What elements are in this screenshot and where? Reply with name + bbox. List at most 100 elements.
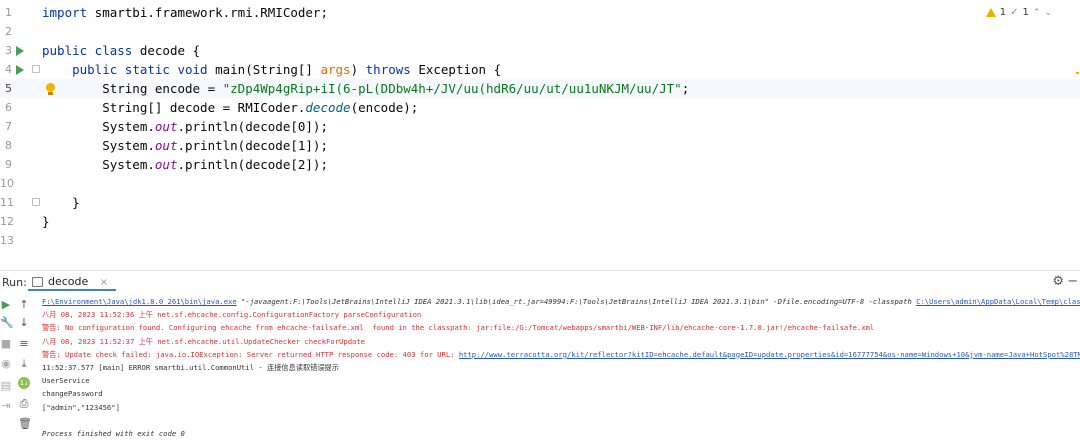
print-icon[interactable]: ⎙ bbox=[18, 397, 30, 411]
code-line[interactable]: 4 public static void main(String[] args)… bbox=[0, 60, 1080, 79]
line-number[interactable]: 11 bbox=[0, 193, 14, 212]
code-editor[interactable]: 1 import smartbi.framework.rmi.RMICoder; 2… bbox=[0, 0, 1080, 270]
code-text: System.out.println(decode[1]); bbox=[42, 136, 328, 155]
code-line[interactable]: 12} bbox=[0, 212, 1080, 231]
chevron-up-icon[interactable]: ⌃ bbox=[1033, 8, 1041, 18]
fold-icon[interactable] bbox=[32, 198, 40, 206]
editor-scrollbar[interactable] bbox=[1074, 30, 1080, 220]
run-gutter-icon[interactable] bbox=[16, 65, 24, 75]
minimize-icon[interactable]: − bbox=[1067, 274, 1078, 289]
line-number[interactable]: 8 bbox=[0, 136, 12, 155]
code-token: String[] decode = RMICoder. bbox=[42, 100, 306, 115]
line-number[interactable]: 2 bbox=[0, 22, 12, 41]
tab-decode[interactable]: decode × bbox=[28, 273, 117, 291]
line-number[interactable]: 7 bbox=[0, 117, 12, 136]
code-token: smartbi.framework.rmi.RMICoder; bbox=[87, 5, 328, 20]
line-number[interactable]: 4 bbox=[0, 60, 12, 79]
line-number[interactable]: 9 bbox=[0, 155, 12, 174]
code-line[interactable]: 9 System.out.println(decode[2]); bbox=[0, 155, 1080, 174]
console-text: 警告: No configuration found. Configuring … bbox=[42, 323, 875, 333]
code-token: import bbox=[42, 5, 88, 20]
line-number[interactable]: 10 bbox=[0, 174, 14, 193]
console-line: Process finished with exit code 0 bbox=[42, 427, 1080, 440]
code-line[interactable]: 1 import smartbi.framework.rmi.RMICoder; bbox=[0, 3, 1080, 22]
console-line: UserService bbox=[42, 374, 1080, 387]
run-header: Run: decode × ⚙ − bbox=[0, 271, 1080, 293]
console-line: 八月 08, 2023 11:52:36 上午 net.sf.ehcache.c… bbox=[42, 308, 1080, 321]
code-token: System. bbox=[42, 138, 155, 153]
console-text: 11:52:37.577 [main] ERROR smartbi.util.C… bbox=[42, 362, 339, 372]
console-text: 八月 08, 2023 11:52:36 上午 net.sf.ehcache.c… bbox=[42, 310, 422, 320]
console-text: changePassword bbox=[42, 389, 103, 399]
restore-layout-icon[interactable]: ▤ bbox=[0, 379, 12, 392]
arrow-down-icon[interactable]: ↓ bbox=[18, 316, 30, 329]
sort-icon[interactable]: 1↓ bbox=[18, 377, 30, 389]
line-number[interactable]: 12 bbox=[0, 212, 14, 231]
code-line[interactable]: 10 bbox=[0, 174, 1080, 193]
console-text: UserService bbox=[42, 376, 90, 386]
run-gutter-icon[interactable] bbox=[16, 46, 24, 56]
code-line[interactable]: 8 System.out.println(decode[1]); bbox=[0, 136, 1080, 155]
line-number[interactable]: 3 bbox=[0, 41, 12, 60]
arrow-up-icon[interactable]: ↑ bbox=[18, 298, 30, 311]
soft-wrap-icon[interactable]: ≡ bbox=[18, 337, 30, 350]
code-text: System.out.println(decode[2]); bbox=[42, 155, 328, 174]
warning-count: 1 bbox=[999, 7, 1007, 18]
code-line[interactable]: 6 String[] decode = RMICoder.decode(enco… bbox=[0, 98, 1080, 117]
console-output[interactable]: F:\Environment\Java\jdk1.8.0_261\bin\jav… bbox=[42, 295, 1080, 440]
code-line[interactable]: 7 System.out.println(decode[0]); bbox=[0, 117, 1080, 136]
close-icon[interactable]: × bbox=[100, 277, 108, 288]
code-token: main(String[] bbox=[207, 62, 321, 77]
code-token: } bbox=[42, 195, 80, 210]
code-token: System. bbox=[42, 119, 155, 134]
code-token: args bbox=[320, 62, 351, 77]
console-icon bbox=[32, 277, 43, 287]
warning-icon bbox=[985, 8, 996, 17]
stop-icon[interactable]: ■ bbox=[0, 337, 12, 350]
line-number[interactable]: 1 bbox=[0, 3, 12, 22]
code-text: String encode = "zDp4Wp4gRip+iI(6-pL(DDb… bbox=[42, 79, 689, 98]
camera-icon[interactable]: ◉ bbox=[0, 357, 12, 370]
line-number[interactable]: 5 bbox=[0, 79, 12, 98]
code-line[interactable]: 13 bbox=[0, 231, 1080, 250]
wrench-icon[interactable]: 🔧 bbox=[0, 316, 14, 329]
code-line[interactable]: 3 public class decode { bbox=[0, 41, 1080, 60]
console-link[interactable]: F:\Environment\Java\jdk1.8.0_261\bin\jav… bbox=[42, 297, 237, 306]
chevron-down-icon[interactable]: ⌄ bbox=[1044, 8, 1052, 18]
code-token: public class bbox=[42, 43, 133, 58]
code-token: } bbox=[42, 214, 50, 229]
warning-stripe[interactable] bbox=[1076, 72, 1079, 74]
console-text: 八月 08, 2023 11:52:37 上午 net.sf.ehcache.u… bbox=[42, 336, 366, 346]
console-link[interactable]: C:\Users\admin\AppData\Local\Temp\classp… bbox=[916, 297, 1080, 306]
console-line: ["admin","123456"] bbox=[42, 401, 1080, 414]
gear-icon[interactable]: ⚙ bbox=[1052, 274, 1064, 289]
rerun-icon[interactable]: ▶ bbox=[0, 298, 12, 311]
fold-icon[interactable] bbox=[32, 65, 40, 73]
code-token: System. bbox=[42, 157, 155, 172]
code-text: } bbox=[42, 193, 80, 212]
line-number[interactable]: 13 bbox=[0, 231, 14, 250]
console-text: 警告: Update check failed: java.io.IOExcep… bbox=[42, 349, 459, 359]
code-line[interactable]: 11 } bbox=[0, 193, 1080, 212]
code-line[interactable]: 5 String encode = "zDp4Wp4gRip+iI(6-pL(D… bbox=[0, 79, 1080, 98]
scroll-to-end-icon[interactable]: ⤓ bbox=[18, 357, 30, 371]
code-token: throws bbox=[365, 62, 411, 77]
code-token: ; bbox=[681, 81, 690, 96]
inspection-widget[interactable]: 1 ✓ 1 ⌃ ⌄ bbox=[985, 7, 1052, 18]
trash-icon[interactable]: 🗑 bbox=[18, 417, 32, 430]
code-token: out bbox=[154, 157, 178, 172]
console-line: changePassword bbox=[42, 387, 1080, 400]
console-line: F:\Environment\Java\jdk1.8.0_261\bin\jav… bbox=[42, 295, 1080, 308]
code-token: decode { bbox=[132, 43, 201, 58]
code-text: public static void main(String[] args) t… bbox=[42, 60, 501, 79]
code-line[interactable]: 2 bbox=[0, 22, 1080, 41]
console-link[interactable]: http://www.terracotta.org/kit/reflector?… bbox=[459, 350, 1080, 359]
exit-icon[interactable]: ⇥ bbox=[0, 399, 12, 412]
run-label: Run: bbox=[2, 276, 27, 289]
code-token: .println(decode[2]); bbox=[177, 157, 328, 172]
line-number[interactable]: 6 bbox=[0, 98, 12, 117]
code-token: .println(decode[1]); bbox=[177, 138, 328, 153]
code-token: ) bbox=[350, 62, 366, 77]
check-icon: ✓ bbox=[1010, 7, 1019, 18]
